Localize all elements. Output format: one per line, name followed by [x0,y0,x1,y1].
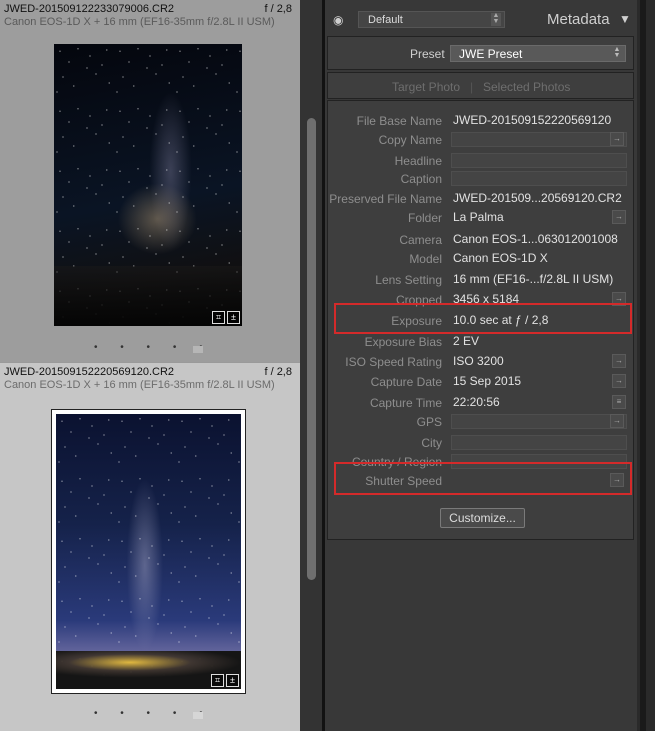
preset-value: JWE Preset [459,47,523,61]
field-label: Caption [400,172,442,186]
field-label: Copy Name [378,133,442,147]
metadata-view-select[interactable]: Default ▲ ▼ [358,11,505,28]
field-value: Canon EOS-1...063012001008 [453,232,618,246]
select-arrows-icon: ▲ ▼ [491,12,501,26]
cell-filename: JWED-201509152220569120.CR2 [4,366,175,378]
cell-aperture: f / 2,8 [264,366,292,378]
field-label: Folder [407,211,442,225]
field-model: Model Canon EOS-1D X [328,250,635,268]
copy-name-input[interactable] [451,132,627,147]
field-folder: Folder La Palma → [328,209,635,227]
field-label: Capture Date [370,375,442,389]
field-camera: Camera Canon EOS-1...063012001008 [328,231,635,249]
field-label: Capture Time [369,396,442,410]
headline-input[interactable] [451,153,627,168]
crop-badge-icon[interactable]: ⌗ [212,311,225,324]
metadata-view-value: Default [368,14,403,26]
field-value: 15 Sep 2015 [453,374,522,388]
preset-section: Preset JWE Preset ▲ ▼ [327,36,634,70]
field-lens-setting: Lens Setting 16 mm (EF16-...f/2.8L II US… [328,271,635,289]
panel-title[interactable]: Metadata [547,11,610,28]
target-section: Target Photo | Selected Photos [327,72,634,99]
flag-icon[interactable] [193,712,203,719]
field-label: Lens Setting [375,273,442,287]
field-exposure-bias: Exposure Bias 2 EV [328,333,635,351]
crop-badge-icon[interactable]: ⌗ [211,674,224,687]
field-value: JWED-201509...20569120.CR2 [453,191,622,205]
field-value[interactable]: JWED-201509152220569120 [453,113,611,127]
field-capture-time: Capture Time 22:20:56 ≡ [328,394,635,412]
preset-label: Preset [410,47,445,61]
field-value: ISO 3200 [453,354,504,368]
develop-badge-icon[interactable]: ± [226,674,239,687]
field-label: Camera [399,233,442,247]
field-headline: Headline [328,152,635,170]
library-grid: JWED-201509122233079006.CR2 f / 2,8 Cano… [0,0,300,731]
go-arrow-icon[interactable]: → [612,210,626,224]
field-value: Canon EOS-1D X [453,251,548,265]
eye-icon[interactable]: ◉ [333,13,343,27]
field-label: City [421,436,442,450]
highlight-exposure-row [334,303,632,334]
customize-button[interactable]: Customize... [440,508,525,528]
grid-cell-2[interactable]: JWED-201509152220569120.CR2 f / 2,8 Cano… [0,363,300,731]
city-input[interactable] [451,435,627,450]
target-separator: | [470,80,474,94]
field-label: GPS [416,415,442,429]
go-arrow-icon[interactable]: → [610,414,624,428]
cell-filename: JWED-201509122233079006.CR2 [4,3,175,15]
preset-dropdown[interactable]: JWE Preset ▲ ▼ [450,45,626,62]
photo-thumbnail[interactable]: ⌗ ± [56,414,241,689]
field-label: Model [409,252,442,266]
panel-scrollbar[interactable] [640,0,646,731]
grid-scrollbar-thumb[interactable] [307,118,316,580]
field-label: Preserved File Name [329,192,442,206]
field-label: Headline [394,154,442,168]
selected-photo-frame[interactable]: ⌗ ± [51,409,246,694]
photo-thumbnail[interactable]: ⌗ ± [54,44,242,326]
field-file-base-name: File Base Name JWED-201509152220569120 [328,112,635,130]
cell-aperture: f / 2,8 [264,3,292,15]
go-arrow-icon[interactable]: → [610,132,624,146]
target-photo-button[interactable]: Target Photo [392,80,460,94]
field-value: 2 EV [453,334,480,348]
gps-input[interactable] [451,414,627,429]
field-preserved-file-name: Preserved File Name JWED-201509...205691… [328,190,635,208]
field-city: City [328,434,635,452]
collapse-triangle-icon[interactable]: ▼ [619,12,631,26]
field-value: 16 mm (EF16-...f/2.8L II USM) [453,272,614,286]
field-copy-name: Copy Name → [328,131,635,149]
field-gps: GPS → [328,413,635,431]
field-label: Exposure Bias [364,335,442,349]
highlight-shutter-speed-row [334,462,632,495]
field-capture-date: Capture Date 15 Sep 2015 → [328,373,635,391]
selected-photos-button[interactable]: Selected Photos [483,80,570,94]
field-iso: ISO Speed Rating ISO 3200 → [328,353,635,371]
develop-badge-icon[interactable]: ± [227,311,240,324]
cell-camera-lens: Canon EOS-1D X + 16 mm (EF16-35mm f/2.8L… [4,16,275,28]
go-arrow-icon[interactable]: → [612,354,626,368]
go-arrow-icon[interactable]: → [612,374,626,388]
flag-icon[interactable] [193,346,203,353]
select-arrows-icon: ▲ ▼ [613,46,621,59]
metadata-panel: ◉ Default ▲ ▼ Metadata ▼ Preset JWE Prese… [325,0,637,731]
grid-cell-1[interactable]: JWED-201509122233079006.CR2 f / 2,8 Cano… [0,0,300,362]
edit-list-icon[interactable]: ≡ [612,395,626,409]
field-label: ISO Speed Rating [345,355,442,369]
field-label: File Base Name [356,114,442,128]
field-value: 22:20:56 [453,395,500,409]
caption-input[interactable] [451,171,627,186]
field-value: La Palma [453,210,504,224]
field-caption: Caption [328,170,635,188]
cell-camera-lens: Canon EOS-1D X + 16 mm (EF16-35mm f/2.8L… [4,379,275,391]
